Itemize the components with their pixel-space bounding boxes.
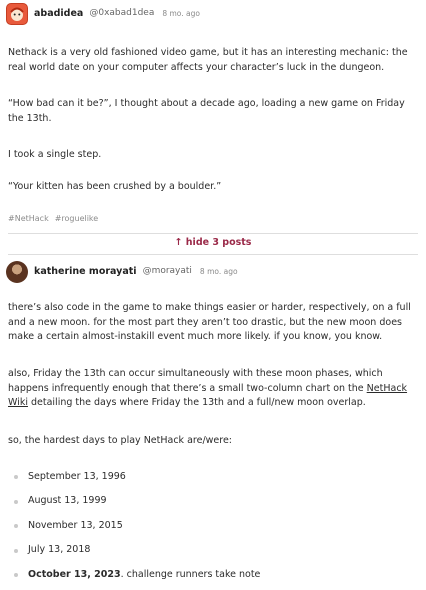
- list-item-text: July 13, 2018: [28, 544, 91, 556]
- divider: [8, 233, 418, 234]
- list-item: July 13, 2018: [14, 539, 260, 564]
- hard-dates-list: September 13, 1996 August 13, 1999 Novem…: [14, 465, 260, 588]
- bullet-icon: [14, 524, 18, 529]
- post1-paragraph-3: I took a single step.: [8, 149, 102, 160]
- hide-posts-button[interactable]: ↑ hide 3 posts: [0, 236, 426, 251]
- post2-header: katherine morayati @morayati 8 mo. ago: [6, 261, 238, 283]
- avatar-face-icon: [10, 7, 24, 21]
- post2-paragraph-2: also, Friday the 13th can occur simultan…: [8, 367, 418, 411]
- list-item-text: September 13, 1996: [28, 470, 126, 482]
- bullet-icon: [14, 475, 18, 480]
- list-item-text: August 13, 1999: [28, 495, 107, 507]
- avatar[interactable]: [6, 3, 28, 25]
- paragraph-text: detailing the days where Friday the 13th…: [27, 397, 366, 409]
- post1-paragraph-1: Nethack is a very old fashioned video ga…: [8, 47, 408, 73]
- username[interactable]: abadidea: [34, 7, 83, 22]
- list-item-note: . challenge runners take note: [120, 568, 261, 580]
- user-handle[interactable]: @0xabad1dea: [89, 7, 154, 21]
- post-timestamp[interactable]: 8 mo. ago: [200, 266, 238, 278]
- post1-paragraph-2: “How bad can it be?”, I thought about a …: [8, 98, 405, 124]
- post-timestamp[interactable]: 8 mo. ago: [162, 8, 200, 20]
- list-item: October 13, 2023. challenge runners take…: [14, 563, 260, 588]
- post1-header: abadidea @0xabad1dea 8 mo. ago: [6, 3, 200, 25]
- user-handle[interactable]: @morayati: [143, 265, 192, 279]
- paragraph-text: also, Friday the 13th can occur simultan…: [8, 368, 383, 394]
- post2-paragraph-1: there’s also code in the game to make th…: [8, 302, 411, 343]
- list-item-text: November 13, 2015: [28, 519, 123, 531]
- list-item: August 13, 1999: [14, 490, 260, 515]
- avatar[interactable]: [6, 261, 28, 283]
- post2-paragraph-3: so, the hardest days to play NetHack are…: [8, 435, 233, 446]
- list-item: November 13, 2015: [14, 514, 260, 539]
- list-item: September 13, 1996: [14, 465, 260, 490]
- list-item-text: October 13, 2023: [28, 568, 121, 580]
- divider: [8, 254, 418, 255]
- bullet-icon: [14, 573, 18, 578]
- post1-paragraph-4: “Your kitten has been crushed by a bould…: [8, 181, 222, 192]
- tag-nethack[interactable]: #NetHack: [8, 213, 49, 225]
- tag-list: #NetHack #roguelike: [8, 213, 98, 225]
- tag-roguelike[interactable]: #roguelike: [55, 213, 99, 225]
- username[interactable]: katherine morayati: [34, 265, 137, 280]
- bullet-icon: [14, 499, 18, 504]
- bullet-icon: [14, 548, 18, 553]
